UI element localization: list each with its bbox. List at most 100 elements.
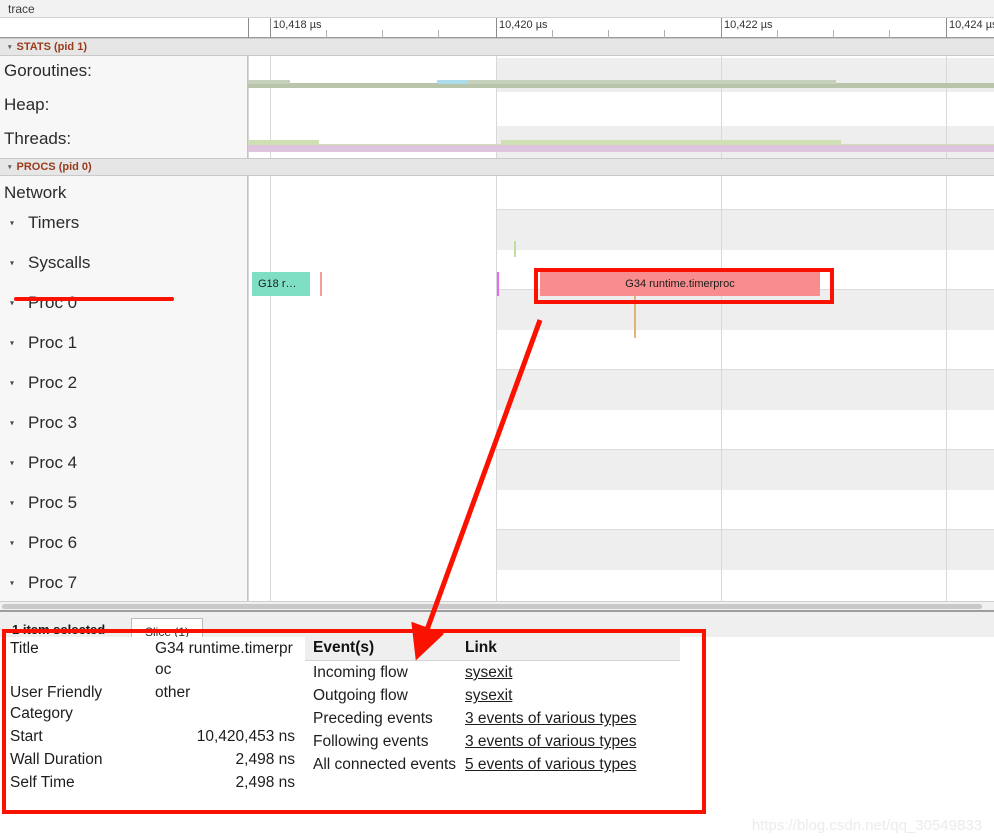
- chevron-down-icon[interactable]: ▾: [10, 459, 14, 468]
- ruler-tick-minor: [438, 30, 439, 38]
- timeline-slice[interactable]: G18 r…: [252, 272, 310, 296]
- track-label-heap[interactable]: Heap:: [0, 92, 248, 118]
- event-link-cell: sysexit: [457, 684, 680, 707]
- event-link[interactable]: sysexit: [465, 687, 512, 704]
- event-link[interactable]: sysexit: [465, 664, 512, 681]
- chevron-down-icon[interactable]: ▾: [10, 499, 14, 508]
- group-band: [248, 38, 994, 56]
- ruler-tick-minor: [777, 30, 778, 38]
- track-name: Proc 2: [28, 373, 78, 392]
- property-key: Wall Duration: [10, 751, 103, 769]
- timeline-canvas[interactable]: G18 r… G34 runtime.timerproc: [248, 38, 994, 610]
- stat-bar-goroutines: [468, 80, 836, 84]
- track-name: Syscalls: [28, 253, 91, 272]
- track-name: Proc 0: [28, 293, 78, 312]
- track-label-goroutines[interactable]: Goroutines:: [0, 58, 248, 84]
- details-panel: Title G34 runtime.timerproc User Friendly …: [0, 637, 994, 817]
- event-link-cell: sysexit: [457, 661, 680, 685]
- slice-properties: Title G34 runtime.timerproc User Friendly …: [10, 637, 295, 795]
- timeline-gridline: [270, 38, 271, 610]
- group-band: [248, 158, 994, 176]
- event-name: Incoming flow: [313, 664, 408, 681]
- ruler-tick-minor: [833, 30, 834, 38]
- timeline-marker[interactable]: [320, 272, 322, 296]
- timeline-gridline: [248, 38, 249, 610]
- ruler-tick-minor: [382, 30, 383, 38]
- link-column-header: Link: [457, 637, 680, 661]
- event-link-cell: 3 events of various types: [457, 730, 680, 753]
- event-link[interactable]: 3 events of various types: [465, 710, 636, 727]
- track-name: Network: [4, 183, 67, 202]
- timeline-panel: G18 r… G34 runtime.timerproc ▾ STATS (pid …: [0, 38, 994, 610]
- track-row-separator: [496, 529, 994, 530]
- selection-count-label: 1 item selected: [12, 622, 106, 637]
- chevron-down-icon[interactable]: ▾: [10, 579, 14, 588]
- track-sidebar[interactable]: ▾ STATS (pid 1) ▾ PROCS (pid 0) Goroutines: H…: [0, 38, 248, 610]
- event-link-cell: 5 events of various types: [457, 753, 680, 776]
- track-label-syscalls[interactable]: ▾ Syscalls: [0, 250, 248, 276]
- track-name: Goroutines:: [4, 61, 92, 80]
- track-name: Proc 6: [28, 533, 78, 552]
- scrollbar-thumb[interactable]: [2, 604, 982, 609]
- ruler-tick-minor: [889, 30, 890, 38]
- chevron-down-icon[interactable]: ▾: [10, 539, 14, 548]
- track-label-proc-5[interactable]: ▾ Proc 5: [0, 490, 248, 516]
- track-label-proc-0[interactable]: ▾ Proc 0: [0, 290, 248, 316]
- group-header-label: STATS (pid 1): [16, 41, 87, 53]
- chevron-down-icon[interactable]: ▾: [10, 259, 14, 268]
- property-value: 2,498 ns: [235, 751, 295, 769]
- track-label-proc-3[interactable]: ▾ Proc 3: [0, 410, 248, 436]
- property-value: other: [155, 684, 191, 702]
- event-link[interactable]: 5 events of various types: [465, 756, 636, 773]
- timeline-ruler[interactable]: 10,418 µs 10,420 µs 10,422 µs 10,424 µs: [248, 18, 994, 38]
- track-name: Proc 1: [28, 333, 78, 352]
- stat-bar-goroutines: [437, 80, 468, 84]
- slice-events-table: Event(s) Link Incoming flow sysexit Outgoing…: [305, 637, 680, 776]
- ruler-tick-label: 10,424 µs: [949, 19, 994, 31]
- ruler-tick-major: [946, 18, 947, 38]
- events-header-row: Event(s) Link: [305, 637, 680, 661]
- property-key: Title: [10, 640, 39, 657]
- window-titlebar: trace: [0, 0, 994, 18]
- chevron-down-icon[interactable]: ▾: [10, 379, 14, 388]
- property-row: Start 10,420,453 ns: [10, 725, 295, 748]
- track-row-band: [496, 290, 994, 330]
- track-name: Proc 4: [28, 453, 78, 472]
- track-name: Heap:: [4, 95, 50, 114]
- property-row: Self Time 2,498 ns: [10, 771, 295, 794]
- ruler-tick-label: 10,418 µs: [273, 19, 322, 31]
- ruler-tick-major: [721, 18, 722, 38]
- track-label-proc-4[interactable]: ▾ Proc 4: [0, 450, 248, 476]
- track-label-proc-6[interactable]: ▾ Proc 6: [0, 530, 248, 556]
- timeline-slice[interactable]: G34 runtime.timerproc: [540, 272, 820, 296]
- horizontal-scrollbar[interactable]: [0, 601, 994, 610]
- group-header-stats[interactable]: ▾ STATS (pid 1): [0, 38, 248, 56]
- track-label-threads[interactable]: Threads:: [0, 126, 248, 152]
- event-link[interactable]: 3 events of various types: [465, 733, 636, 750]
- track-label-proc-2[interactable]: ▾ Proc 2: [0, 370, 248, 396]
- timeline-marker[interactable]: [497, 272, 499, 296]
- timeline-marker[interactable]: [514, 241, 516, 257]
- track-name: Threads:: [4, 129, 72, 148]
- annotation-proc0-underline: [14, 297, 174, 301]
- event-link-cell: 3 events of various types: [457, 707, 680, 730]
- ruler-tick-major: [496, 18, 497, 38]
- slice-events: Event(s) Link Incoming flow sysexit Outgoing…: [305, 637, 680, 776]
- track-label-timers[interactable]: ▾ Timers: [0, 210, 248, 236]
- track-label-network[interactable]: Network: [0, 180, 248, 206]
- timeline-gridline: [721, 38, 722, 610]
- ruler-tick-label: 10,420 µs: [499, 19, 548, 31]
- ruler-tick-label: 10,422 µs: [724, 19, 773, 31]
- chevron-down-icon[interactable]: ▾: [10, 419, 14, 428]
- track-label-proc-7[interactable]: ▾ Proc 7: [0, 570, 248, 596]
- ruler-tick-major: [270, 18, 271, 38]
- event-name: All connected events: [313, 756, 457, 774]
- track-name: Proc 7: [28, 573, 78, 592]
- watermark: https://blog.csdn.net/qq_30549833: [751, 817, 982, 834]
- chevron-down-icon[interactable]: ▾: [10, 339, 14, 348]
- chevron-down-icon[interactable]: ▾: [10, 219, 14, 228]
- events-column-header: Event(s): [305, 637, 457, 661]
- group-header-procs[interactable]: ▾ PROCS (pid 0): [0, 158, 248, 176]
- track-label-proc-1[interactable]: ▾ Proc 1: [0, 330, 248, 356]
- ruler-tick-minor: [552, 30, 553, 38]
